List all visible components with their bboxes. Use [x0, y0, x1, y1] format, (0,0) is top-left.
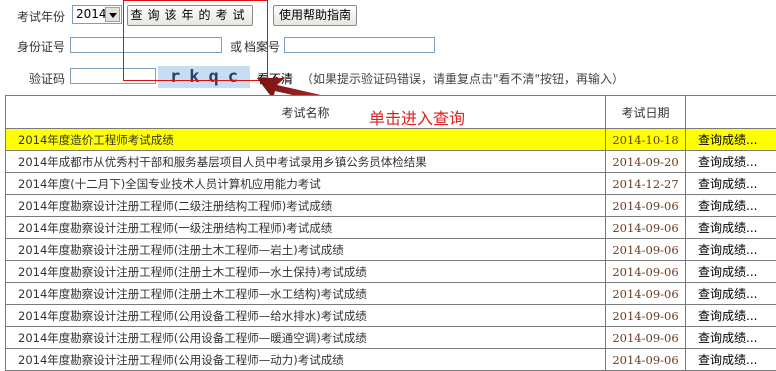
exam-name-cell: 2014年度勘察设计注册工程师(公用设备工程师—给水排水)考试成绩 [6, 305, 606, 327]
table-row: 2014年度勘察设计注册工程师(注册土木工程师—岩土)考试成绩2014-09-0… [6, 239, 776, 261]
exam-name-cell: 2014年度勘察设计注册工程师(公用设备工程师—暖通空调)考试成绩 [6, 327, 606, 349]
year-value: 2014 [76, 7, 107, 21]
query-score-link[interactable]: 查询成绩... [686, 217, 776, 239]
exam-name-cell: 2014年度(十二月下)全国专业技术人员计算机应用能力考试 [6, 173, 606, 195]
exam-date-cell: 2014-09-06 [606, 283, 686, 305]
query-score-link[interactable]: 查询成绩... [686, 129, 776, 151]
archive-number-input[interactable] [284, 37, 435, 53]
exam-date-cell: 2014-09-06 [606, 261, 686, 283]
exam-name-header: 考试名称 [6, 96, 606, 129]
exam-date-cell: 2014-09-06 [606, 217, 686, 239]
query-score-link[interactable]: 查询成绩... [686, 261, 776, 283]
id-number-label: 身份证号 [17, 38, 65, 55]
table-row: 2014年度(十二月下)全国专业技术人员计算机应用能力考试2014-12-27查… [6, 173, 776, 195]
action-header [686, 96, 776, 129]
exam-date-cell: 2014-09-06 [606, 239, 686, 261]
captcha-label: 验证码 [29, 70, 65, 87]
query-score-link[interactable]: 查询成绩... [686, 283, 776, 305]
exam-date-cell: 2014-09-06 [606, 349, 686, 371]
query-score-link[interactable]: 查询成绩... [686, 327, 776, 349]
table-row: 2014年度勘察设计注册工程师(公用设备工程师—给水排水)考试成绩2014-09… [6, 305, 776, 327]
exam-name-cell: 2014年度勘察设计注册工程师(二级注册结构工程师)考试成绩 [6, 195, 606, 217]
captcha-input[interactable] [70, 68, 156, 84]
table-row: 2014年度勘察设计注册工程师(公用设备工程师—动力)考试成绩2014-09-0… [6, 349, 776, 371]
table-row: 2014年度勘察设计注册工程师(公用设备工程师—暖通空调)考试成绩2014-09… [6, 327, 776, 349]
annotation-text: 单击进入查询 [369, 105, 465, 129]
table-row: 2014年度勘察设计注册工程师(二级注册结构工程师)考试成绩2014-09-06… [6, 195, 776, 217]
exam-results-table: 考试名称 考试日期 2014年度造价工程师考试成绩2014-10-18查询成绩.… [5, 95, 776, 371]
table-row: 2014年度勘察设计注册工程师(一级注册结构工程师)考试成绩2014-09-06… [6, 217, 776, 239]
query-score-link[interactable]: 查询成绩... [686, 151, 776, 173]
exam-name-cell: 2014年度勘察设计注册工程师(注册土木工程师—水工结构)考试成绩 [6, 283, 606, 305]
query-score-link[interactable]: 查询成绩... [686, 195, 776, 217]
query-score-link[interactable]: 查询成绩... [686, 305, 776, 327]
exam-date-header: 考试日期 [606, 96, 686, 129]
table-row: 2014年成都市从优秀村干部和服务基层项目人员中考试录用乡镇公务员体检结果201… [6, 151, 776, 173]
exam-name-cell: 2014年度勘察设计注册工程师(注册土木工程师—岩土)考试成绩 [6, 239, 606, 261]
exam-date-cell: 2014-09-06 [606, 195, 686, 217]
table-row: 2014年度造价工程师考试成绩2014-10-18查询成绩... [6, 129, 776, 151]
exam-name-cell: 2014年成都市从优秀村干部和服务基层项目人员中考试录用乡镇公务员体检结果 [6, 151, 606, 173]
query-score-link[interactable]: 查询成绩... [686, 173, 776, 195]
exam-date-cell: 2014-09-06 [606, 305, 686, 327]
chevron-down-icon[interactable] [105, 7, 120, 22]
table-row: 2014年度勘察设计注册工程师(注册土木工程师—水土保持)考试成绩2014-09… [6, 261, 776, 283]
exam-date-cell: 2014-10-18 [606, 129, 686, 151]
exam-name-cell: 2014年度造价工程师考试成绩 [6, 129, 606, 151]
exam-date-cell: 2014-09-20 [606, 151, 686, 173]
or-label: 或 [230, 38, 242, 55]
query-score-link[interactable]: 查询成绩... [686, 349, 776, 371]
query-exams-button[interactable]: 查询该年的考试 [127, 5, 253, 26]
exam-name-cell: 2014年度勘察设计注册工程师(注册土木工程师—水土保持)考试成绩 [6, 261, 606, 283]
captcha-image: rkqc [158, 66, 250, 88]
year-select[interactable]: 2014 [72, 5, 122, 24]
exam-date-cell: 2014-12-27 [606, 173, 686, 195]
query-score-link[interactable]: 查询成绩... [686, 239, 776, 261]
archive-number-label: 档案号 [244, 38, 280, 55]
exam-name-cell: 2014年度勘察设计注册工程师(一级注册结构工程师)考试成绩 [6, 217, 606, 239]
exam-date-cell: 2014-09-06 [606, 327, 686, 349]
id-number-input[interactable] [70, 37, 222, 53]
exam-name-cell: 2014年度勘察设计注册工程师(公用设备工程师—动力)考试成绩 [6, 349, 606, 371]
help-guide-button[interactable]: 使用帮助指南 [273, 5, 357, 26]
year-label: 考试年份 [17, 8, 65, 25]
table-row: 2014年度勘察设计注册工程师(注册土木工程师—水工结构)考试成绩2014-09… [6, 283, 776, 305]
